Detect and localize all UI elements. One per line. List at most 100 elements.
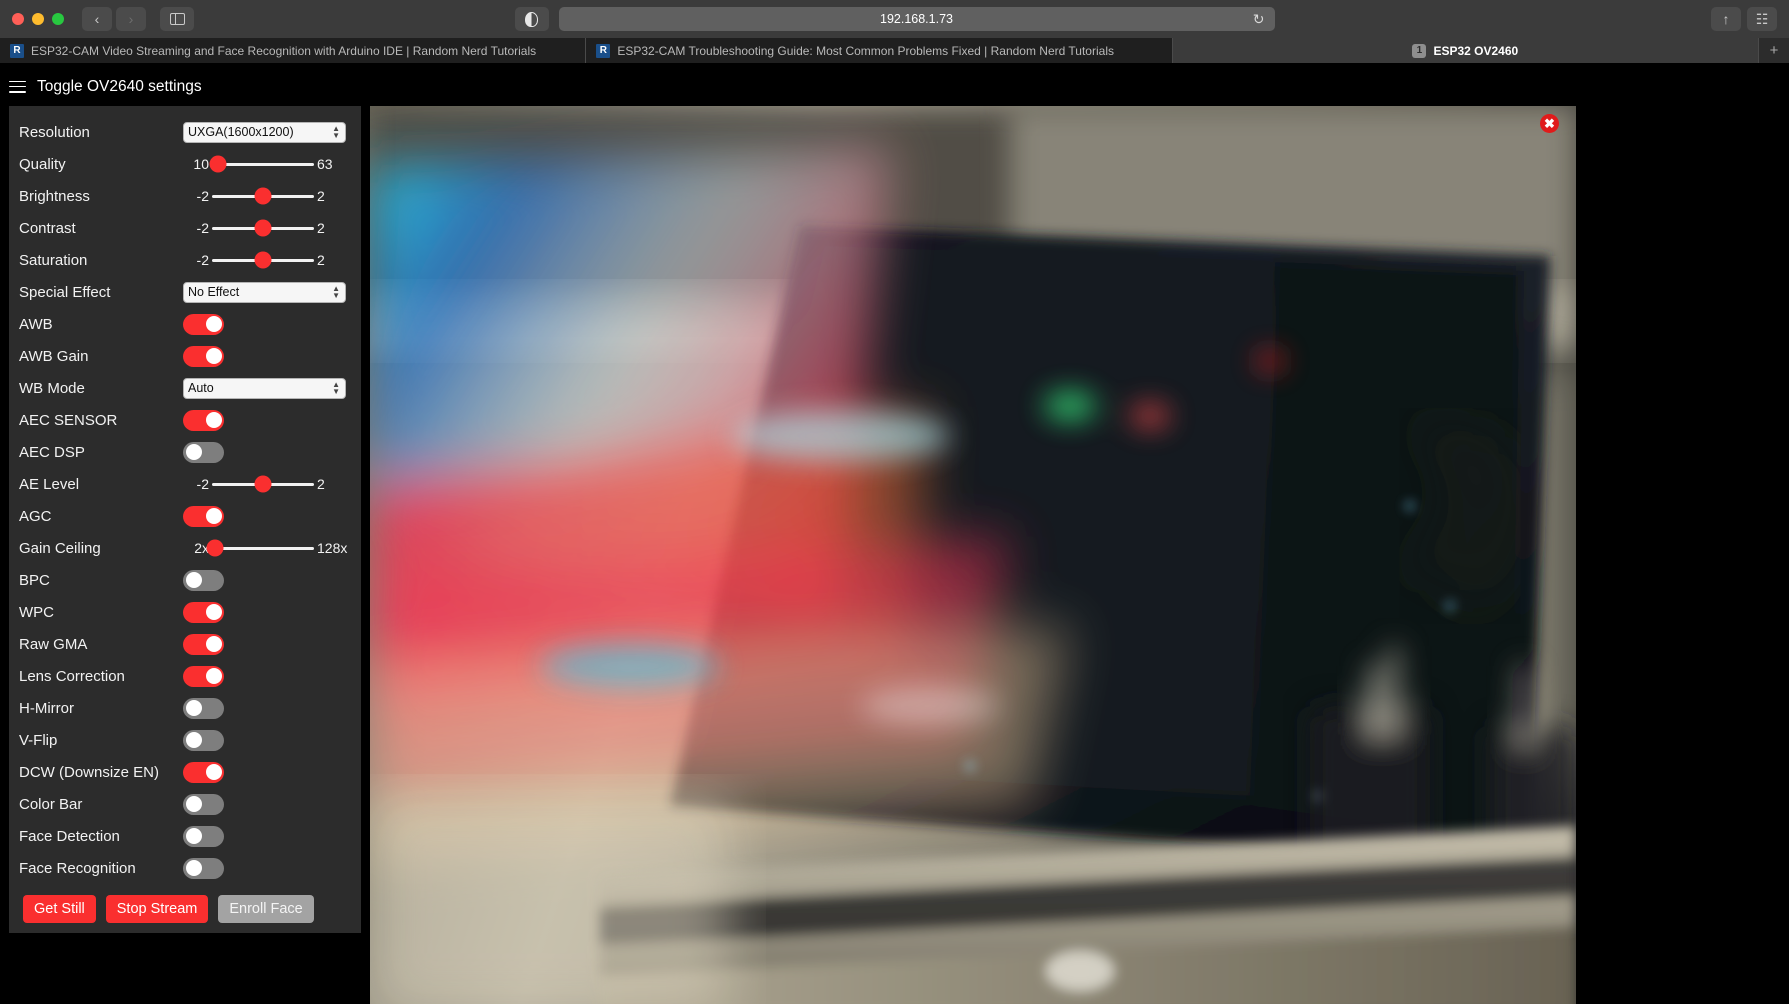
back-icon[interactable]: ‹	[82, 7, 112, 31]
slider-track[interactable]	[212, 187, 314, 205]
browser-tab-3[interactable]: 1 ESP32 OV2460	[1172, 38, 1759, 63]
setting-label: Brightness	[19, 187, 90, 205]
privacy-report-button[interactable]	[514, 7, 549, 31]
slider-brightness[interactable]: -2 2	[183, 187, 351, 205]
setting-row-aec-dsp: AEC DSP	[19, 436, 351, 468]
slider-max-label: 2	[317, 188, 325, 205]
setting-control: -2 2	[183, 475, 351, 493]
toggle-knob	[185, 828, 202, 845]
toggle-aec-dsp[interactable]	[183, 441, 224, 463]
toggle-settings-header[interactable]: Toggle OV2640 settings	[0, 65, 1789, 106]
setting-row-wpc: WPC	[19, 596, 351, 628]
hamburger-icon[interactable]	[9, 77, 26, 96]
url-bar[interactable]: 192.168.1.73 ↻	[558, 7, 1275, 31]
slider-track[interactable]	[212, 219, 314, 237]
setting-row-ae-level: AE Level -2 2	[19, 468, 351, 500]
setting-control	[183, 313, 351, 335]
setting-label: BPC	[19, 571, 50, 589]
slider-track[interactable]	[212, 251, 314, 269]
slider-track[interactable]	[209, 155, 314, 173]
setting-row-face-detection: Face Detection	[19, 820, 351, 852]
setting-control	[183, 569, 351, 591]
slider-max-label: 128x	[317, 540, 348, 557]
slider-knob[interactable]	[206, 539, 224, 557]
toggle-awb[interactable]	[183, 313, 224, 335]
setting-control: -2 2	[183, 219, 351, 237]
browser-tab-1[interactable]: R ESP32-CAM Video Streaming and Face Rec…	[0, 38, 587, 63]
setting-control	[183, 345, 351, 367]
tab-badge-icon: 1	[1412, 43, 1427, 58]
toggle-bpc[interactable]	[183, 569, 224, 591]
slider-min-label: -2	[196, 220, 209, 237]
setting-label: Face Detection	[19, 827, 120, 845]
window-close-button[interactable]	[12, 13, 24, 25]
reload-icon[interactable]: ↻	[1253, 12, 1265, 26]
toggle-lens-correction[interactable]	[183, 665, 224, 687]
toggle-face-detection[interactable]	[183, 825, 224, 847]
slider-knob[interactable]	[254, 475, 272, 493]
setting-row-special-effect: Special Effect No EffectNegativeGrayscale…	[19, 276, 351, 308]
slider-quality[interactable]: 10 63	[183, 155, 351, 173]
camera-stream-container: ✖	[370, 106, 1576, 1004]
stop-stream-button[interactable]: Stop Stream	[105, 895, 209, 924]
window-maximize-button[interactable]	[52, 13, 64, 25]
browser-tab-2[interactable]: R ESP32-CAM Troubleshooting Guide: Most …	[586, 38, 1173, 63]
setting-control: 2x 128x	[183, 539, 351, 557]
toggle-color-bar[interactable]	[183, 793, 224, 815]
toggle-v-flip[interactable]	[183, 729, 224, 751]
toggle-knob	[185, 700, 202, 717]
setting-label: V-Flip	[19, 731, 58, 749]
slider-ae-level[interactable]: -2 2	[183, 475, 351, 493]
slider-gain-ceiling[interactable]: 2x 128x	[183, 539, 351, 557]
setting-label: H-Mirror	[19, 699, 74, 717]
setting-row-wb-mode: WB Mode AutoSunnyCloudyOfficeHome▲▼	[19, 372, 351, 404]
slider-contrast[interactable]: -2 2	[183, 219, 351, 237]
toggle-knob	[185, 732, 202, 749]
setting-label: AWB	[19, 315, 53, 333]
setting-label: Face Recognition	[19, 859, 136, 877]
select-special-effect[interactable]: No EffectNegativeGrayscaleRed TintGreen …	[183, 281, 346, 303]
toggle-knob	[185, 860, 202, 877]
setting-control	[183, 825, 351, 847]
get-still-button[interactable]: Get Still	[23, 895, 96, 924]
setting-row-aec-sensor: AEC SENSOR	[19, 404, 351, 436]
toggle-knob	[205, 412, 222, 429]
tabs-overview-icon[interactable]: ☷	[1747, 7, 1777, 31]
setting-row-v-flip: V-Flip	[19, 724, 351, 756]
toggle-wpc[interactable]	[183, 601, 224, 623]
select-wb-mode[interactable]: AutoSunnyCloudyOfficeHome	[183, 377, 346, 399]
window-traffic-lights	[12, 13, 64, 25]
setting-row-dcw-downsize-en: DCW (Downsize EN)	[19, 756, 351, 788]
toggle-raw-gma[interactable]	[183, 633, 224, 655]
toggle-agc[interactable]	[183, 505, 224, 527]
slider-track[interactable]	[212, 475, 314, 493]
window-minimize-button[interactable]	[32, 13, 44, 25]
setting-label: AWB Gain	[19, 347, 89, 365]
share-icon[interactable]: ↑	[1711, 7, 1741, 31]
new-tab-button[interactable]: +	[1758, 38, 1789, 63]
enroll-face-button[interactable]: Enroll Face	[218, 895, 314, 924]
forward-icon[interactable]: ›	[116, 7, 146, 31]
slider-knob[interactable]	[254, 251, 272, 269]
sidebar-toggle-button[interactable]	[160, 7, 194, 31]
slider-saturation[interactable]: -2 2	[183, 251, 351, 269]
toggle-awb-gain[interactable]	[183, 345, 224, 367]
slider-min-label: -2	[196, 252, 209, 269]
tab-label: ESP32 OV2460	[1433, 43, 1519, 58]
action-button-row: Get Still Stop Stream Enroll Face	[19, 895, 351, 924]
slider-knob[interactable]	[209, 155, 227, 173]
toggle-h-mirror[interactable]	[183, 697, 224, 719]
slider-knob[interactable]	[254, 219, 272, 237]
slider-track[interactable]	[206, 539, 314, 557]
setting-row-color-bar: Color Bar	[19, 788, 351, 820]
select-resolution[interactable]: UXGA(1600x1200)SXGA(1280x1024)XGA(1024x7…	[183, 121, 346, 143]
toggle-dcw-downsize-en[interactable]	[183, 761, 224, 783]
favicon-icon: R	[596, 43, 611, 58]
toggle-knob	[205, 764, 222, 781]
toggle-knob	[205, 508, 222, 525]
page-content: Resolution UXGA(1600x1200)SXGA(1280x1024)…	[0, 106, 1789, 1004]
slider-min-label: 10	[193, 156, 209, 173]
toggle-aec-sensor[interactable]	[183, 409, 224, 431]
slider-knob[interactable]	[254, 187, 272, 205]
toggle-face-recognition[interactable]	[183, 857, 224, 879]
